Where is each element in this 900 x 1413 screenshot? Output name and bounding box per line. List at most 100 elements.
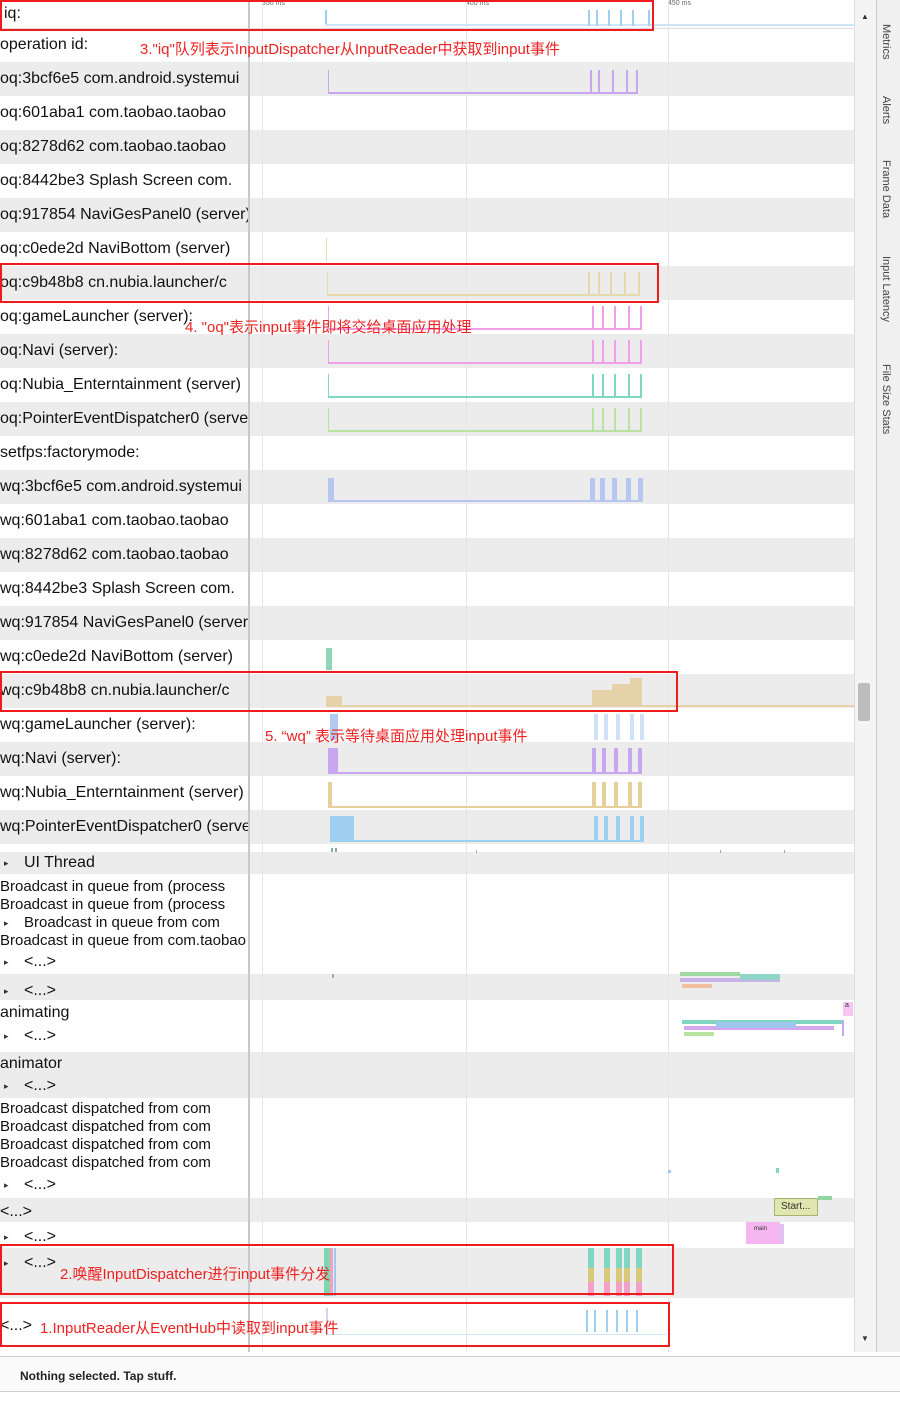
track-label[interactable]: animator (0, 1052, 248, 1076)
track-label[interactable]: ▸ <...> (0, 950, 248, 974)
track-row[interactable]: wq:601aba1 com.taobao.taobao (0, 504, 854, 538)
tab-file-size-stats[interactable]: File Size Stats (880, 364, 892, 434)
track-row[interactable]: ▸ UI Thread (0, 852, 854, 874)
track-label[interactable]: wq:Navi (server): (0, 742, 248, 776)
expand-triangle-icon[interactable]: ▸ (4, 852, 18, 874)
track-label[interactable]: wq:917854 NaviGesPanel0 (server) (0, 606, 248, 640)
track-row[interactable]: oq:c0ede2d NaviBottom (server) (0, 232, 854, 266)
track-label[interactable]: ▸ <...> (0, 1026, 248, 1052)
expand-triangle-icon[interactable]: ▸ (4, 1222, 18, 1244)
track-label[interactable]: oq:8442be3 Splash Screen com. (0, 164, 248, 198)
track-label[interactable]: ▸ <...> (0, 974, 248, 1000)
track-row[interactable]: wq:Navi (server): (0, 742, 854, 776)
vertical-scrollbar[interactable]: ▲ ▼ (854, 0, 877, 1352)
track-label[interactable]: oq:917854 NaviGesPanel0 (server) (0, 198, 248, 232)
timeline-ruler[interactable]: iq: 350 ms 400 ms 450 ms (0, 0, 854, 29)
scroll-down-icon[interactable]: ▼ (861, 1334, 869, 1343)
broadcast-dispatch-label[interactable]: Broadcast dispatched from com (0, 1154, 248, 1172)
track-row[interactable]: oq:Nubia_Enterntainment (server) (0, 368, 854, 402)
track-label[interactable]: wq:Nubia_Enterntainment (server) (0, 776, 248, 810)
track-label[interactable]: wq:8278d62 com.taobao.taobao (0, 538, 248, 572)
track-label[interactable]: wq:PointerEventDispatcher0 (server) (0, 810, 248, 844)
track-row[interactable]: animating (0, 1000, 854, 1026)
expand-triangle-icon[interactable]: ▸ (4, 1248, 18, 1278)
track-row[interactable]: wq:gameLauncher (server): (0, 708, 854, 742)
track-label[interactable]: ▸ <...> (0, 1222, 248, 1244)
track-row[interactable]: wq:8278d62 com.taobao.taobao (0, 538, 854, 572)
track-row[interactable]: operation id: (0, 28, 854, 62)
track-row[interactable]: ▸ <...> (0, 1172, 854, 1198)
broadcast-dispatch-group[interactable]: Broadcast dispatched from com Broadcast d… (0, 1098, 854, 1172)
track-label[interactable]: operation id: (0, 28, 248, 62)
label-divider[interactable] (248, 0, 250, 1352)
track-row[interactable]: ▸ <...> (0, 1222, 854, 1244)
expand-triangle-icon[interactable]: ▸ (4, 974, 18, 1000)
tab-frame-data[interactable]: Frame Data (880, 160, 892, 218)
broadcast-queue-group[interactable]: Broadcast in queue from (process Broadcas… (0, 874, 854, 950)
track-label[interactable]: oq:c0ede2d NaviBottom (server) (0, 232, 248, 266)
track-label[interactable]: wq:601aba1 com.taobao.taobao (0, 504, 248, 538)
tab-input-latency[interactable]: Input Latency (880, 256, 892, 322)
track-label[interactable]: oq:PointerEventDispatcher0 (server) (0, 402, 248, 436)
track-label[interactable]: <...> (0, 1198, 248, 1222)
track-row[interactable]: oq:c9b48b8 cn.nubia.launcher/c (0, 266, 854, 300)
track-row[interactable]: wq:8442be3 Splash Screen com. (0, 572, 854, 606)
scrollbar-thumb[interactable] (858, 683, 870, 721)
track-label[interactable]: ▸ UI Thread (0, 852, 248, 874)
track-row[interactable]: ▸ <...> (0, 974, 854, 1000)
track-label[interactable]: oq:3bcf6e5 com.android.systemui (0, 62, 248, 96)
track-label[interactable]: wq:8442be3 Splash Screen com. (0, 572, 248, 606)
expand-triangle-icon[interactable]: ▸ (4, 1172, 18, 1198)
track-row[interactable]: <...> (0, 1306, 854, 1352)
track-row[interactable]: oq:3bcf6e5 com.android.systemui (0, 62, 854, 96)
track-row[interactable]: wq:3bcf6e5 com.android.systemui (0, 470, 854, 504)
track-row[interactable]: wq:Nubia_Enterntainment (server) (0, 776, 854, 810)
track-row[interactable]: setfps:factorymode: (0, 436, 854, 470)
track-label[interactable]: ▸ <...> (0, 1076, 248, 1098)
track-row[interactable]: oq:601aba1 com.taobao.taobao (0, 96, 854, 130)
track-label[interactable]: wq:gameLauncher (server): (0, 708, 248, 742)
track-label[interactable]: oq:Nubia_Enterntainment (server) (0, 368, 248, 402)
expand-triangle-icon[interactable]: ▸ (4, 914, 18, 932)
track-label[interactable]: wq:c0ede2d NaviBottom (server) (0, 640, 248, 674)
track-row[interactable]: <...> (0, 1198, 854, 1222)
track-row[interactable]: oq:Navi (server): (0, 334, 854, 368)
track-label[interactable]: oq:8278d62 com.taobao.taobao (0, 130, 248, 164)
tab-alerts[interactable]: Alerts (880, 96, 892, 124)
track-row[interactable]: oq:8442be3 Splash Screen com. (0, 164, 854, 198)
track-label[interactable]: wq:3bcf6e5 com.android.systemui (0, 470, 248, 504)
track-row[interactable]: oq:8278d62 com.taobao.taobao (0, 130, 854, 164)
track-row[interactable]: ▸ <...> (0, 1076, 854, 1098)
track-row[interactable]: oq:917854 NaviGesPanel0 (server) (0, 198, 854, 232)
iq-track-label[interactable]: iq: (0, 0, 252, 28)
track-row[interactable]: wq:c0ede2d NaviBottom (server) (0, 640, 854, 674)
expand-triangle-icon[interactable]: ▸ (4, 950, 18, 974)
track-row[interactable]: ▸ <...> (0, 1026, 854, 1052)
track-row[interactable]: ▸ <...> (0, 1248, 854, 1298)
track-row[interactable]: wq:917854 NaviGesPanel0 (server) (0, 606, 854, 640)
broadcast-queue-label[interactable]: ▸ Broadcast in queue from com (0, 914, 248, 932)
broadcast-dispatch-label[interactable]: Broadcast dispatched from com (0, 1118, 248, 1136)
track-label[interactable]: animating (0, 1000, 248, 1026)
track-label[interactable]: oq:c9b48b8 cn.nubia.launcher/c (0, 266, 248, 300)
track-row[interactable]: wq:c9b48b8 cn.nubia.launcher/c (0, 674, 854, 708)
broadcast-dispatch-label[interactable]: Broadcast dispatched from com (0, 1136, 248, 1154)
track-label[interactable]: oq:601aba1 com.taobao.taobao (0, 96, 248, 130)
broadcast-queue-label[interactable]: Broadcast in queue from com.taobao (0, 932, 248, 950)
track-label[interactable]: setfps:factorymode: (0, 436, 248, 470)
track-row[interactable]: oq:PointerEventDispatcher0 (server) (0, 402, 854, 436)
broadcast-queue-label[interactable]: Broadcast in queue from (process (0, 878, 248, 896)
track-label[interactable]: <...> (0, 1306, 248, 1352)
expand-triangle-icon[interactable]: ▸ (4, 1076, 18, 1096)
scroll-up-icon[interactable]: ▲ (861, 12, 869, 21)
track-label[interactable]: wq:c9b48b8 cn.nubia.launcher/c (0, 674, 248, 708)
track-label[interactable]: ▸ <...> (0, 1248, 248, 1298)
broadcast-dispatch-label[interactable]: Broadcast dispatched from com (0, 1100, 248, 1118)
expand-triangle-icon[interactable]: ▸ (4, 1026, 18, 1046)
tab-metrics[interactable]: Metrics (880, 24, 892, 59)
broadcast-queue-label[interactable]: Broadcast in queue from (process (0, 896, 248, 914)
track-row[interactable]: ▸ <...> (0, 950, 854, 974)
track-label[interactable]: oq:Navi (server): (0, 334, 248, 368)
track-row[interactable]: oq:gameLauncher (server): (0, 300, 854, 334)
track-row[interactable]: wq:PointerEventDispatcher0 (server) (0, 810, 854, 844)
